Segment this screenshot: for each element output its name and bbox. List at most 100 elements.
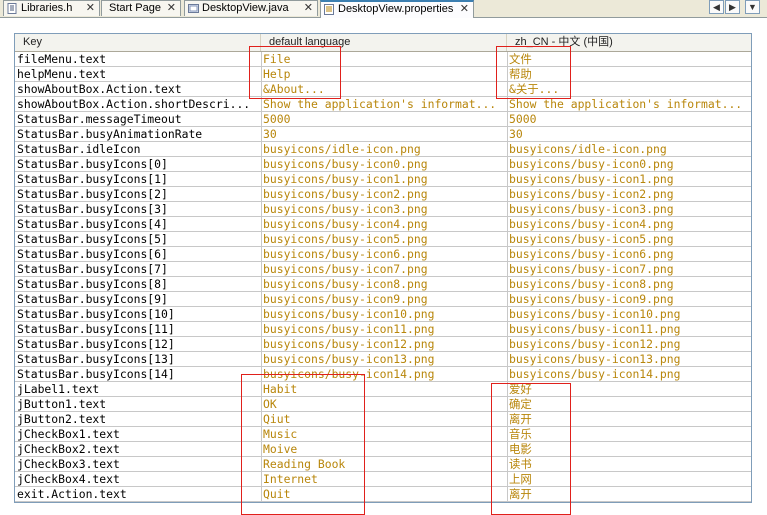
table-row[interactable]: jButton2.text Qiut 离开 bbox=[15, 412, 751, 427]
default-value-cell[interactable]: busyicons/busy-icon5.png bbox=[261, 232, 507, 246]
default-value-cell[interactable]: Show the application's informat... bbox=[261, 97, 507, 111]
default-value-cell[interactable]: busyicons/busy-icon14.png bbox=[261, 367, 507, 381]
column-header-key[interactable]: Key bbox=[15, 34, 261, 51]
table-row[interactable]: jCheckBox1.text Music 音乐 bbox=[15, 427, 751, 442]
default-value-cell[interactable]: 30 bbox=[261, 127, 507, 141]
table-row[interactable]: exit.Action.text Quit 离开 bbox=[15, 487, 751, 502]
zh-cn-value-cell[interactable]: busyicons/busy-icon12.png bbox=[507, 337, 751, 351]
tab-desktopview-java[interactable]: DesktopView.java ✕ bbox=[184, 0, 318, 16]
default-value-cell[interactable]: busyicons/busy-icon10.png bbox=[261, 307, 507, 321]
default-value-cell[interactable]: Internet bbox=[261, 472, 507, 486]
default-value-cell[interactable]: Qiut bbox=[261, 412, 507, 426]
zh-cn-value-cell[interactable]: &关于... bbox=[507, 82, 751, 96]
zh-cn-value-cell[interactable]: busyicons/busy-icon10.png bbox=[507, 307, 751, 321]
table-row[interactable]: jCheckBox2.text Moive 电影 bbox=[15, 442, 751, 457]
table-row[interactable]: StatusBar.busyIcons[4] busyicons/busy-ico… bbox=[15, 217, 751, 232]
zh-cn-value-cell[interactable]: 5000 bbox=[507, 112, 751, 126]
default-value-cell[interactable]: busyicons/busy-icon11.png bbox=[261, 322, 507, 336]
zh-cn-value-cell[interactable]: 离开 bbox=[507, 487, 751, 501]
zh-cn-value-cell[interactable]: busyicons/busy-icon4.png bbox=[507, 217, 751, 231]
key-cell[interactable]: jCheckBox4.text bbox=[15, 472, 261, 486]
default-value-cell[interactable]: busyicons/busy-icon4.png bbox=[261, 217, 507, 231]
key-cell[interactable]: StatusBar.busyIcons[3] bbox=[15, 202, 261, 216]
default-value-cell[interactable]: Music bbox=[261, 427, 507, 441]
table-row[interactable]: StatusBar.busyIcons[14] busyicons/busy-ic… bbox=[15, 367, 751, 382]
table-row[interactable]: StatusBar.busyIcons[3] busyicons/busy-ico… bbox=[15, 202, 751, 217]
default-value-cell[interactable]: File bbox=[261, 52, 507, 66]
key-cell[interactable]: StatusBar.busyIcons[11] bbox=[15, 322, 261, 336]
zh-cn-value-cell[interactable]: 读书 bbox=[507, 457, 751, 471]
default-value-cell[interactable]: Moive bbox=[261, 442, 507, 456]
key-cell[interactable]: jCheckBox2.text bbox=[15, 442, 261, 456]
default-value-cell[interactable]: busyicons/busy-icon13.png bbox=[261, 352, 507, 366]
key-cell[interactable]: StatusBar.busyIcons[1] bbox=[15, 172, 261, 186]
key-cell[interactable]: StatusBar.busyIcons[13] bbox=[15, 352, 261, 366]
key-cell[interactable]: StatusBar.busyIcons[2] bbox=[15, 187, 261, 201]
default-value-cell[interactable]: busyicons/busy-icon12.png bbox=[261, 337, 507, 351]
close-icon[interactable]: ✕ bbox=[460, 2, 469, 16]
tab-desktopview-properties[interactable]: DesktopView.properties ✕ bbox=[320, 0, 474, 18]
key-cell[interactable]: jCheckBox3.text bbox=[15, 457, 261, 471]
tab-list-menu-button[interactable]: ▼ bbox=[745, 0, 760, 14]
default-value-cell[interactable]: OK bbox=[261, 397, 507, 411]
key-cell[interactable]: StatusBar.idleIcon bbox=[15, 142, 261, 156]
key-cell[interactable]: StatusBar.busyIcons[0] bbox=[15, 157, 261, 171]
zh-cn-value-cell[interactable]: 确定 bbox=[507, 397, 751, 411]
table-row[interactable]: StatusBar.busyIcons[1] busyicons/busy-ico… bbox=[15, 172, 751, 187]
table-row[interactable]: StatusBar.busyIcons[10] busyicons/busy-ic… bbox=[15, 307, 751, 322]
zh-cn-value-cell[interactable]: busyicons/busy-icon2.png bbox=[507, 187, 751, 201]
zh-cn-value-cell[interactable]: busyicons/busy-icon7.png bbox=[507, 262, 751, 276]
key-cell[interactable]: showAboutBox.Action.text bbox=[15, 82, 261, 96]
close-icon[interactable]: ✕ bbox=[304, 1, 313, 15]
table-row[interactable]: StatusBar.busyIcons[6] busyicons/busy-ico… bbox=[15, 247, 751, 262]
key-cell[interactable]: StatusBar.busyIcons[4] bbox=[15, 217, 261, 231]
key-cell[interactable]: StatusBar.busyIcons[9] bbox=[15, 292, 261, 306]
default-value-cell[interactable]: busyicons/busy-icon2.png bbox=[261, 187, 507, 201]
close-icon[interactable]: ✕ bbox=[167, 1, 176, 15]
table-row[interactable]: StatusBar.busyIcons[11] busyicons/busy-ic… bbox=[15, 322, 751, 337]
default-value-cell[interactable]: busyicons/busy-icon6.png bbox=[261, 247, 507, 261]
table-row[interactable]: showAboutBox.Action.shortDescri... Show t… bbox=[15, 97, 751, 112]
close-icon[interactable]: ✕ bbox=[86, 1, 95, 15]
zh-cn-value-cell[interactable]: Show the application's informat... bbox=[507, 97, 751, 111]
default-value-cell[interactable]: busyicons/idle-icon.png bbox=[261, 142, 507, 156]
key-cell[interactable]: StatusBar.busyAnimationRate bbox=[15, 127, 261, 141]
key-cell[interactable]: StatusBar.busyIcons[12] bbox=[15, 337, 261, 351]
default-value-cell[interactable]: Help bbox=[261, 67, 507, 81]
key-cell[interactable]: StatusBar.busyIcons[8] bbox=[15, 277, 261, 291]
table-row[interactable]: showAboutBox.Action.text &About... &关于... bbox=[15, 82, 751, 97]
zh-cn-value-cell[interactable]: busyicons/busy-icon6.png bbox=[507, 247, 751, 261]
zh-cn-value-cell[interactable]: busyicons/busy-icon8.png bbox=[507, 277, 751, 291]
default-value-cell[interactable]: busyicons/busy-icon0.png bbox=[261, 157, 507, 171]
key-cell[interactable]: StatusBar.busyIcons[7] bbox=[15, 262, 261, 276]
table-row[interactable]: helpMenu.text Help 帮助 bbox=[15, 67, 751, 82]
key-cell[interactable]: StatusBar.busyIcons[6] bbox=[15, 247, 261, 261]
table-row[interactable]: StatusBar.messageTimeout 5000 5000 bbox=[15, 112, 751, 127]
zh-cn-value-cell[interactable]: busyicons/idle-icon.png bbox=[507, 142, 751, 156]
key-cell[interactable]: jButton1.text bbox=[15, 397, 261, 411]
table-row[interactable]: StatusBar.busyIcons[5] busyicons/busy-ico… bbox=[15, 232, 751, 247]
zh-cn-value-cell[interactable]: 30 bbox=[507, 127, 751, 141]
zh-cn-value-cell[interactable]: 离开 bbox=[507, 412, 751, 426]
default-value-cell[interactable]: busyicons/busy-icon9.png bbox=[261, 292, 507, 306]
table-row[interactable]: StatusBar.busyIcons[8] busyicons/busy-ico… bbox=[15, 277, 751, 292]
zh-cn-value-cell[interactable]: 文件 bbox=[507, 52, 751, 66]
key-cell[interactable]: StatusBar.busyIcons[10] bbox=[15, 307, 261, 321]
zh-cn-value-cell[interactable]: 帮助 bbox=[507, 67, 751, 81]
zh-cn-value-cell[interactable]: 上网 bbox=[507, 472, 751, 486]
tab-libraries-h[interactable]: Libraries.h ✕ bbox=[3, 0, 100, 16]
key-cell[interactable]: helpMenu.text bbox=[15, 67, 261, 81]
table-row[interactable]: StatusBar.busyIcons[12] busyicons/busy-ic… bbox=[15, 337, 751, 352]
key-cell[interactable]: showAboutBox.Action.shortDescri... bbox=[15, 97, 261, 111]
default-value-cell[interactable]: busyicons/busy-icon8.png bbox=[261, 277, 507, 291]
table-row[interactable]: StatusBar.idleIcon busyicons/idle-icon.pn… bbox=[15, 142, 751, 157]
default-value-cell[interactable]: Reading Book bbox=[261, 457, 507, 471]
key-cell[interactable]: exit.Action.text bbox=[15, 487, 261, 501]
table-row[interactable]: StatusBar.busyAnimationRate 30 30 bbox=[15, 127, 751, 142]
zh-cn-value-cell[interactable]: busyicons/busy-icon11.png bbox=[507, 322, 751, 336]
table-row[interactable]: StatusBar.busyIcons[13] busyicons/busy-ic… bbox=[15, 352, 751, 367]
zh-cn-value-cell[interactable]: busyicons/busy-icon5.png bbox=[507, 232, 751, 246]
key-cell[interactable]: StatusBar.busyIcons[5] bbox=[15, 232, 261, 246]
key-cell[interactable]: jButton2.text bbox=[15, 412, 261, 426]
zh-cn-value-cell[interactable]: busyicons/busy-icon0.png bbox=[507, 157, 751, 171]
